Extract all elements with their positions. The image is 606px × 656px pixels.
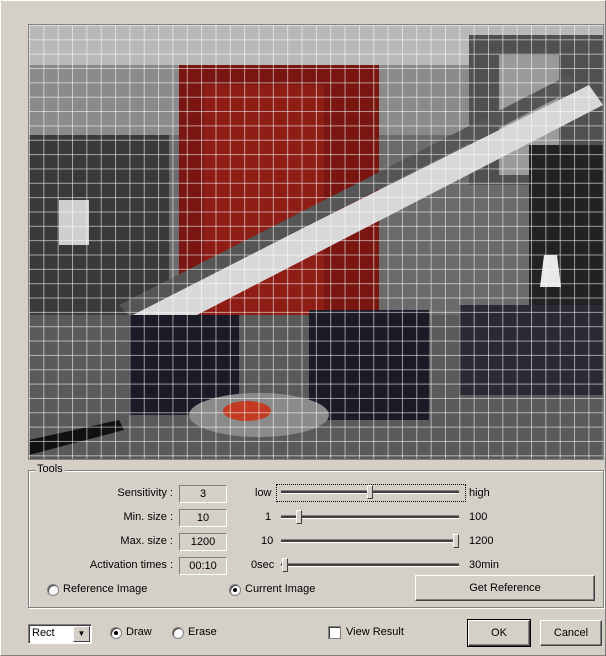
activation-times-max-label: 30min	[469, 559, 499, 571]
draw-label: Draw	[126, 626, 152, 638]
shape-select[interactable]: Rect ▼	[28, 624, 92, 644]
min-size-min-label: 1	[265, 511, 272, 523]
max-size-min-label: 10	[261, 535, 274, 547]
max-size-label: Max. size :	[120, 535, 173, 547]
sensitivity-min-label: low	[255, 487, 272, 499]
tools-group: Tools Sensitivity : 3 low high Min. size…	[28, 463, 604, 608]
min-size-max-label: 100	[469, 511, 488, 523]
view-result-box[interactable]	[328, 626, 341, 639]
detection-grid[interactable]	[29, 25, 603, 459]
min-size-track	[281, 515, 459, 519]
reference-image-label: Reference Image	[63, 583, 148, 595]
view-result-label: View Result	[346, 626, 404, 638]
max-size-value: 1200	[179, 533, 227, 551]
activation-times-track	[281, 563, 459, 567]
activation-times-slider[interactable]	[281, 558, 288, 572]
sensitivity-label: Sensitivity :	[117, 487, 173, 499]
get-reference-button[interactable]: Get Reference	[415, 575, 595, 601]
current-image-label: Current Image	[245, 583, 316, 595]
ok-button[interactable]: OK	[467, 619, 531, 647]
sensitivity-max-label: high	[469, 487, 490, 499]
chevron-down-icon[interactable]: ▼	[73, 626, 90, 642]
camera-view[interactable]	[28, 24, 604, 460]
min-size-label: Min. size :	[123, 511, 173, 523]
activation-times-value: 00:10	[179, 557, 227, 575]
max-size-slider[interactable]	[453, 534, 459, 548]
current-image-radio-dot[interactable]	[229, 584, 241, 596]
tools-group-title: Tools	[35, 463, 65, 475]
max-size-max-label: 1200	[469, 535, 494, 547]
max-size-track	[281, 539, 459, 543]
erase-label: Erase	[188, 626, 217, 638]
sensitivity-slider[interactable]	[367, 485, 373, 499]
draw-radio-dot[interactable]	[110, 627, 122, 639]
cancel-button[interactable]: Cancel	[540, 620, 602, 646]
min-size-value: 10	[179, 509, 227, 527]
shape-select-value: Rect	[32, 627, 55, 639]
sensitivity-value: 3	[179, 485, 227, 503]
erase-radio-dot[interactable]	[172, 627, 184, 639]
activation-times-min-label: 0sec	[251, 559, 275, 571]
reference-image-radio-dot[interactable]	[47, 584, 59, 596]
min-size-slider[interactable]	[296, 510, 303, 524]
activation-times-label: Activation times :	[89, 559, 173, 571]
